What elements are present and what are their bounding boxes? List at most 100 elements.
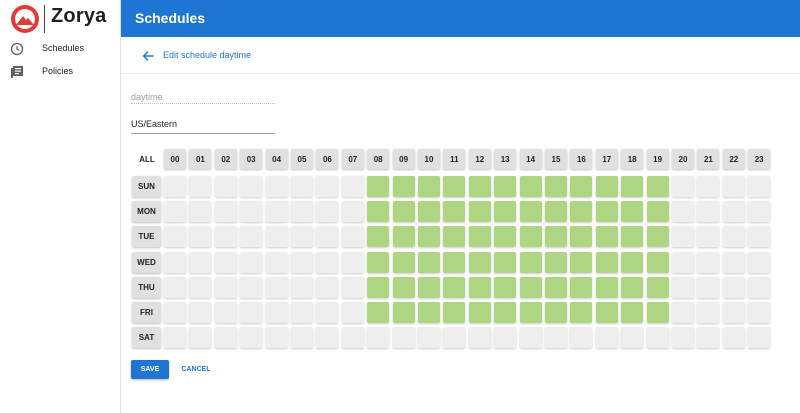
schedule-cell[interactable] — [291, 251, 313, 273]
schedule-cell[interactable] — [392, 201, 415, 223]
schedule-cell[interactable] — [443, 176, 466, 197]
schedule-cell[interactable] — [367, 327, 390, 349]
schedule-cell[interactable] — [570, 226, 593, 248]
schedule-cell[interactable] — [418, 276, 440, 298]
schedule-cell[interactable] — [367, 201, 390, 223]
hour-header-08[interactable]: 08 — [367, 149, 390, 169]
hour-header-16[interactable]: 16 — [570, 149, 593, 169]
schedule-cell[interactable] — [595, 327, 618, 349]
schedule-cell[interactable] — [545, 302, 567, 323]
schedule-cell[interactable] — [341, 302, 364, 323]
schedule-cell[interactable] — [621, 302, 644, 323]
schedule-cell[interactable] — [570, 251, 593, 273]
schedule-cell[interactable] — [418, 176, 440, 197]
schedule-cell[interactable] — [214, 226, 237, 248]
schedule-cell[interactable] — [291, 302, 313, 323]
day-header-fri[interactable]: FRI — [132, 302, 161, 323]
schedule-cell[interactable] — [164, 251, 186, 273]
schedule-cell[interactable] — [697, 176, 720, 197]
schedule-cell[interactable] — [519, 176, 542, 197]
hour-header-07[interactable]: 07 — [341, 149, 364, 169]
schedule-cell[interactable] — [570, 302, 593, 323]
hour-header-21[interactable]: 21 — [697, 149, 720, 169]
schedule-cell[interactable] — [240, 176, 263, 197]
schedule-cell[interactable] — [722, 276, 745, 298]
schedule-cell[interactable] — [570, 327, 593, 349]
schedule-cell[interactable] — [494, 302, 517, 323]
schedule-cell[interactable] — [646, 226, 669, 248]
schedule-cell[interactable] — [214, 201, 237, 223]
schedule-cell[interactable] — [392, 226, 415, 248]
schedule-cell[interactable] — [697, 327, 720, 349]
schedule-cell[interactable] — [748, 176, 771, 197]
schedule-cell[interactable] — [164, 201, 186, 223]
schedule-cell[interactable] — [367, 176, 390, 197]
schedule-cell[interactable] — [748, 327, 771, 349]
cancel-button[interactable]: CANCEL — [177, 360, 215, 379]
schedule-cell[interactable] — [697, 201, 720, 223]
schedule-cell[interactable] — [265, 226, 288, 248]
schedule-cell[interactable] — [468, 251, 491, 273]
schedule-cell[interactable] — [316, 226, 339, 248]
schedule-cell[interactable] — [519, 251, 542, 273]
schedule-cell[interactable] — [443, 251, 466, 273]
schedule-cell[interactable] — [621, 226, 644, 248]
schedule-cell[interactable] — [214, 302, 237, 323]
schedule-cell[interactable] — [240, 251, 263, 273]
schedule-cell[interactable] — [519, 327, 542, 349]
schedule-cell[interactable] — [545, 327, 567, 349]
schedule-cell[interactable] — [341, 251, 364, 273]
schedule-cell[interactable] — [621, 327, 644, 349]
sidebar-item-policies[interactable]: Policies — [0, 64, 120, 84]
schedule-cell[interactable] — [646, 251, 669, 273]
schedule-cell[interactable] — [291, 276, 313, 298]
schedule-cell[interactable] — [367, 226, 390, 248]
hour-header-23[interactable]: 23 — [748, 149, 771, 169]
hour-header-22[interactable]: 22 — [722, 149, 745, 169]
schedule-cell[interactable] — [164, 276, 186, 298]
schedule-cell[interactable] — [519, 226, 542, 248]
schedule-cell[interactable] — [545, 226, 567, 248]
schedule-cell[interactable] — [722, 251, 745, 273]
hour-header-13[interactable]: 13 — [494, 149, 517, 169]
hour-header-00[interactable]: 00 — [164, 149, 186, 169]
schedule-cell[interactable] — [214, 176, 237, 197]
schedule-cell[interactable] — [646, 327, 669, 349]
day-header-tue[interactable]: TUE — [132, 226, 161, 248]
schedule-cell[interactable] — [722, 302, 745, 323]
schedule-cell[interactable] — [291, 176, 313, 197]
schedule-cell[interactable] — [367, 302, 390, 323]
schedule-cell[interactable] — [189, 201, 212, 223]
schedule-cell[interactable] — [494, 226, 517, 248]
schedule-cell[interactable] — [722, 327, 745, 349]
schedule-cell[interactable] — [672, 201, 694, 223]
schedule-cell[interactable] — [722, 226, 745, 248]
schedule-cell[interactable] — [214, 251, 237, 273]
schedule-cell[interactable] — [595, 251, 618, 273]
schedule-cell[interactable] — [316, 276, 339, 298]
schedule-cell[interactable] — [443, 226, 466, 248]
schedule-cell[interactable] — [443, 327, 466, 349]
schedule-cell[interactable] — [748, 226, 771, 248]
hour-header-05[interactable]: 05 — [291, 149, 313, 169]
schedule-cell[interactable] — [341, 176, 364, 197]
schedule-cell[interactable] — [265, 201, 288, 223]
schedule-cell[interactable] — [519, 276, 542, 298]
schedule-cell[interactable] — [468, 276, 491, 298]
schedule-cell[interactable] — [468, 327, 491, 349]
schedule-cell[interactable] — [341, 276, 364, 298]
app-logo[interactable]: Zorya — [10, 4, 120, 34]
hour-header-01[interactable]: 01 — [189, 149, 212, 169]
schedule-cell[interactable] — [697, 251, 720, 273]
day-header-wed[interactable]: WED — [132, 251, 161, 273]
schedule-cell[interactable] — [494, 176, 517, 197]
schedule-cell[interactable] — [189, 302, 212, 323]
day-header-mon[interactable]: MON — [132, 201, 161, 223]
schedule-cell[interactable] — [291, 201, 313, 223]
schedule-cell[interactable] — [443, 201, 466, 223]
hour-header-15[interactable]: 15 — [545, 149, 567, 169]
schedule-cell[interactable] — [748, 201, 771, 223]
schedule-cell[interactable] — [595, 176, 618, 197]
schedule-cell[interactable] — [316, 327, 339, 349]
schedule-cell[interactable] — [291, 327, 313, 349]
